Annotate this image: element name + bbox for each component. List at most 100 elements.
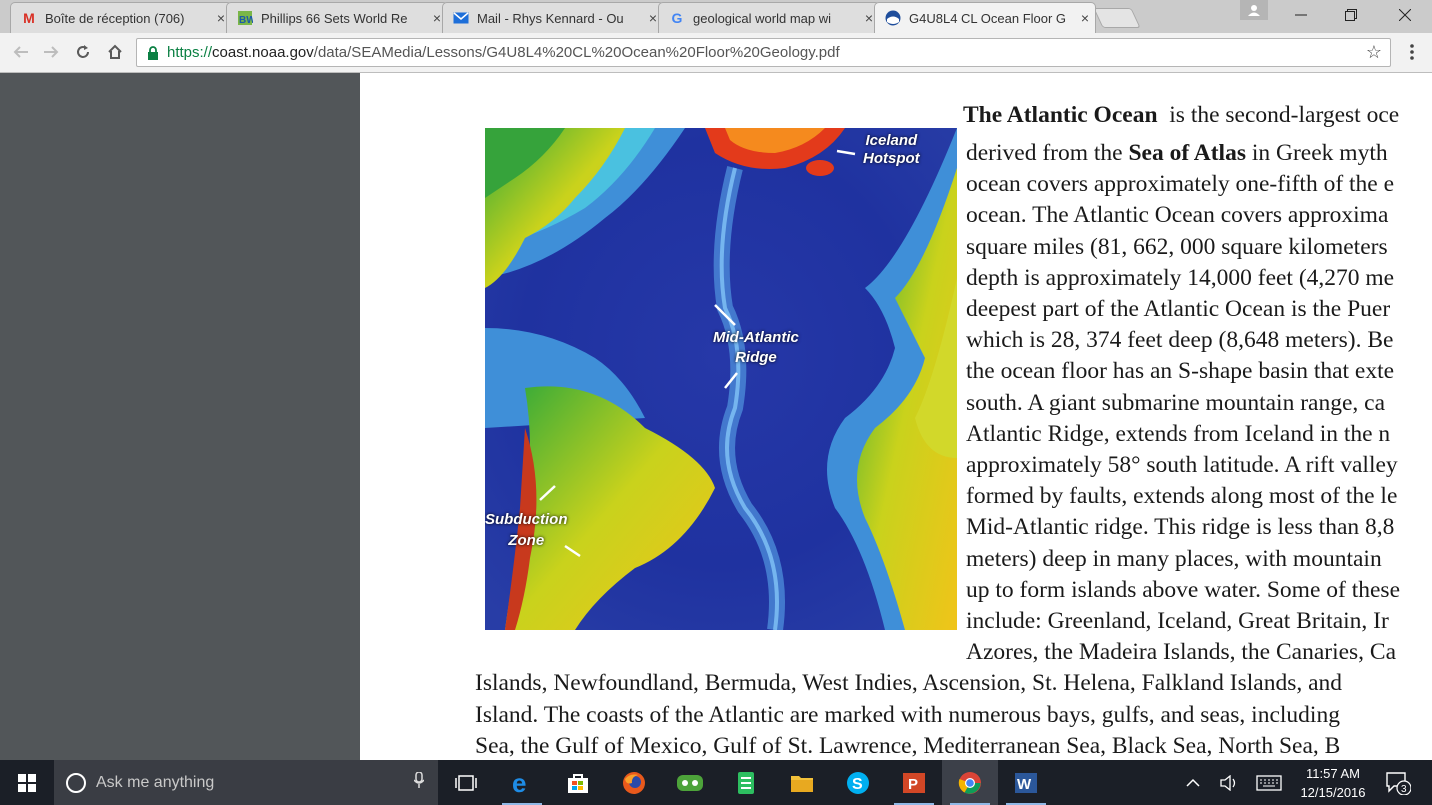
svg-text:BW: BW: [239, 15, 253, 26]
paragraph-line: Sea, the Gulf of Mexico, Gulf of St. Law…: [475, 733, 1341, 759]
forward-button[interactable]: [38, 39, 64, 65]
close-icon[interactable]: ×: [1081, 10, 1089, 26]
reload-button[interactable]: [70, 39, 96, 65]
noaa-icon: [885, 10, 901, 26]
url-host: coast.noaa.gov: [212, 44, 314, 61]
edge-icon[interactable]: e: [494, 760, 550, 805]
paragraph-line: ocean covers approximately one-fifth of …: [966, 171, 1395, 197]
clock-time: 11:57 AM: [1306, 766, 1360, 781]
pdf-page[interactable]: Iceland Hotspot Mid-Atlantic Ridge Subdu…: [360, 73, 1432, 760]
system-clock[interactable]: 11:57 AM 12/15/2016: [1288, 764, 1378, 802]
firefox-icon[interactable]: [606, 760, 662, 805]
profile-icon[interactable]: [1240, 0, 1268, 20]
file-explorer-icon[interactable]: [774, 760, 830, 805]
tab-outlook[interactable]: Mail - Rhys Kennard - Ou ×: [442, 2, 664, 33]
keyboard-icon[interactable]: [1256, 760, 1282, 805]
url-text: https://coast.noaa.gov/data/SEAMedia/Les…: [167, 44, 840, 61]
tab-title: G4U8L4 CL Ocean Floor G: [909, 10, 1067, 26]
minimize-button[interactable]: [1278, 0, 1324, 30]
action-center-icon[interactable]: 3: [1384, 770, 1412, 796]
notification-count: 3: [1401, 784, 1407, 795]
restore-button[interactable]: [1328, 0, 1374, 30]
text-fragment: is the second-largest oce: [1169, 102, 1400, 128]
url-path: /data/SEAMedia/Lessons/G4U8L4%20CL%20Oce…: [313, 44, 840, 61]
cortana-icon: [66, 772, 86, 793]
tab-gmail[interactable]: M Boîte de réception (706) ×: [10, 2, 232, 33]
close-icon[interactable]: ×: [217, 10, 225, 26]
paragraph-line: south. A giant submarine mountain range,…: [966, 390, 1385, 416]
paragraph-line: include: Greenland, Iceland, Great Brita…: [966, 608, 1389, 634]
evernote-icon[interactable]: [718, 760, 774, 805]
tab-noaa[interactable]: G4U8L4 CL Ocean Floor G ×: [874, 2, 1096, 33]
google-icon: G: [671, 10, 683, 26]
paragraph-line: depth is approximately 14,000 feet (4,27…: [966, 265, 1395, 291]
powerpoint-icon[interactable]: P: [886, 760, 942, 805]
browser-toolbar: https://coast.noaa.gov/data/SEAMedia/Les…: [0, 33, 1432, 73]
back-button[interactable]: [8, 39, 34, 65]
sea-of-atlas-bold: Sea of Atlas: [1128, 140, 1246, 166]
text-fragment: derived from the: [966, 140, 1123, 166]
close-icon[interactable]: ×: [433, 10, 441, 26]
mail-icon: [453, 10, 469, 26]
show-hidden-icons-chevron-icon[interactable]: [1186, 760, 1200, 805]
paragraph-line: deepest part of the Atlantic Ocean is th…: [966, 296, 1391, 322]
paragraph-line: Islands, Newfoundland, Bermuda, West Ind…: [475, 670, 1343, 696]
tab-title: geological world map wi: [693, 10, 832, 26]
start-button[interactable]: [0, 760, 54, 805]
store-icon[interactable]: [550, 760, 606, 805]
home-button[interactable]: [102, 39, 128, 65]
paragraph-line-2: derived from the Sea of Atlas in Greek m…: [966, 141, 1388, 165]
clock-date: 12/15/2016: [1300, 785, 1366, 800]
paragraph-line: approximately 58° south latitude. A rift…: [966, 452, 1398, 478]
lock-icon: [145, 45, 161, 61]
windows-logo-icon: [18, 773, 36, 792]
word-icon[interactable]: W: [998, 760, 1054, 805]
cortana-search-box[interactable]: Ask me anything: [54, 760, 438, 805]
paragraph-line: square miles (81, 662, 000 square kilome…: [966, 234, 1388, 260]
skype-icon[interactable]: S: [830, 760, 886, 805]
microphone-icon[interactable]: [413, 771, 425, 793]
bookmark-star-icon[interactable]: ☆: [1366, 42, 1382, 63]
task-view-icon[interactable]: [438, 760, 494, 805]
label-line: Ridge: [735, 349, 777, 366]
text-fragment: in Greek myth: [1251, 140, 1388, 166]
svg-text:P: P: [908, 776, 918, 793]
tab-google[interactable]: G geological world map wi ×: [658, 2, 880, 33]
subduction-zone-label: Subduction Zone: [485, 509, 568, 551]
paragraph-line: meters) deep in many places, with mounta…: [966, 546, 1382, 572]
home-icon: [108, 44, 122, 59]
iceland-hotspot-label: Iceland Hotspot: [863, 132, 920, 168]
tab-title: Boîte de réception (706): [45, 10, 185, 26]
label-line: Iceland: [865, 132, 918, 149]
chrome-menu-icon[interactable]: [1400, 39, 1424, 65]
new-tab-button[interactable]: [1093, 8, 1141, 28]
tab-title: Mail - Rhys Kennard - Ou: [477, 10, 624, 26]
groups-icon[interactable]: [662, 760, 718, 805]
paragraph-line: Mid-Atlantic ridge. This ridge is less t…: [966, 514, 1395, 540]
svg-text:S: S: [852, 776, 863, 793]
label-line: Hotspot: [863, 150, 920, 167]
chrome-icon[interactable]: [942, 760, 998, 805]
close-icon[interactable]: ×: [649, 10, 657, 26]
svg-text:e: e: [512, 771, 526, 795]
tab-strip: M Boîte de réception (706) × BW Phillips…: [0, 0, 1432, 33]
close-window-button[interactable]: [1382, 0, 1428, 30]
close-icon[interactable]: ×: [865, 10, 873, 26]
paragraph-line: the ocean floor has an S-shape basin tha…: [966, 358, 1395, 384]
gmail-icon: M: [23, 10, 35, 26]
paragraph-line: formed by faults, extends along most of …: [966, 483, 1398, 509]
paragraph-line-1: The Atlantic Ocean is the second-largest…: [963, 103, 1399, 127]
volume-icon[interactable]: [1220, 760, 1238, 805]
paragraph-line: which is 28, 374 feet deep (8,648 meters…: [966, 327, 1394, 353]
address-bar[interactable]: https://coast.noaa.gov/data/SEAMedia/Les…: [136, 38, 1391, 67]
tab-title: Phillips 66 Sets World Re: [261, 10, 408, 26]
pdf-viewer-background: [0, 73, 360, 760]
atlantic-ocean-floor-map: Iceland Hotspot Mid-Atlantic Ridge Subdu…: [485, 128, 957, 630]
paragraph-line: Island. The coasts of the Atlantic are m…: [475, 702, 1340, 728]
windows-taskbar: Ask me anything e S P W 11:57 AM 12/15/2…: [0, 760, 1432, 805]
label-line: Zone: [508, 532, 545, 549]
tab-phillips[interactable]: BW Phillips 66 Sets World Re ×: [226, 2, 448, 33]
reload-icon: [77, 45, 89, 58]
paragraph-line: Atlantic Ridge, extends from Iceland in …: [966, 421, 1391, 447]
bw-icon: BW: [237, 10, 253, 26]
